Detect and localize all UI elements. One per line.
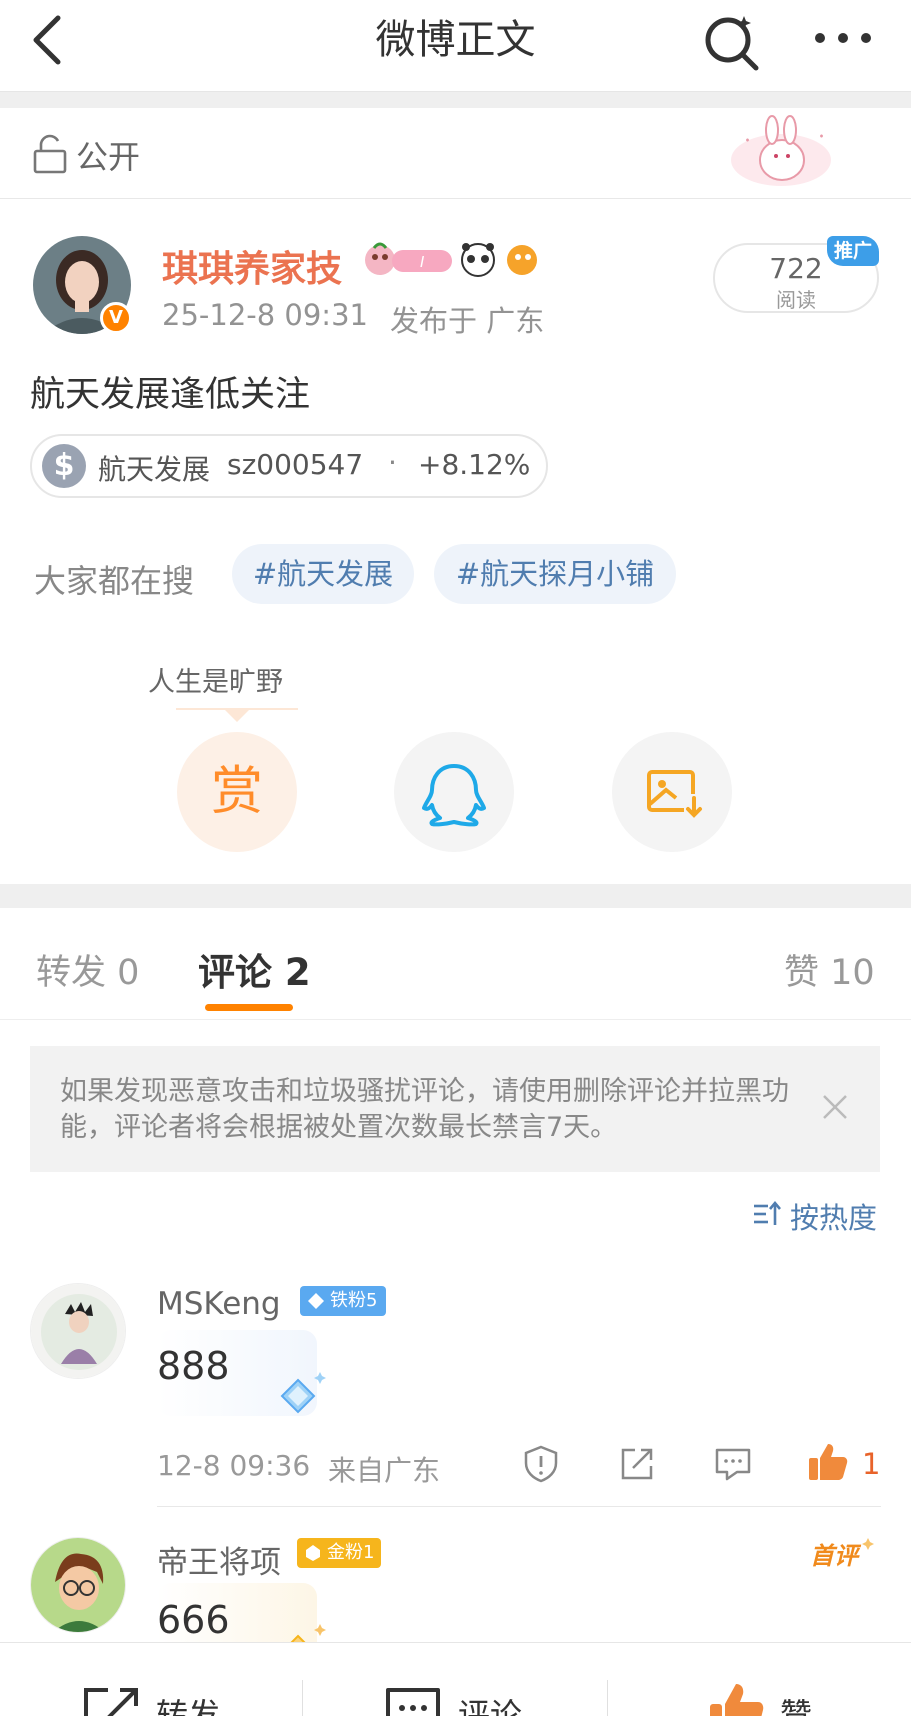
first-comment-tag: 首评: [810, 1538, 874, 1570]
sort-label[interactable]: 按热度: [790, 1195, 877, 1237]
comment-text: 888: [157, 1344, 230, 1388]
gem-decoration-icon: [280, 1372, 326, 1414]
svg-text:I: I: [420, 254, 425, 271]
page-title: 微博正文: [375, 17, 536, 63]
reward-label: 赏: [210, 762, 263, 822]
post-location: 发布于 广东: [390, 304, 545, 338]
topic-chip[interactable]: #航天发展: [232, 544, 414, 604]
like-count: 1: [862, 1447, 881, 1481]
save-image-button[interactable]: [612, 732, 732, 852]
commenter-name[interactable]: MSKeng: [157, 1286, 281, 1322]
bunny-decoration: [731, 115, 831, 186]
stock-separator: ·: [388, 446, 397, 479]
bottom-bar-divider: [302, 1680, 303, 1716]
tab-repost[interactable]: 转发 0: [36, 944, 139, 995]
author-name[interactable]: 琪琪养家技: [162, 240, 342, 292]
like-icon[interactable]: [806, 1440, 850, 1484]
read-label: 阅读: [776, 288, 816, 312]
comment-icon[interactable]: [384, 1686, 442, 1716]
commenter-avatar[interactable]: [30, 1537, 126, 1633]
topic-chip[interactable]: #航天探月小铺: [434, 544, 676, 604]
verified-badge-icon: V: [100, 302, 132, 334]
save-image-icon: [647, 770, 702, 818]
reward-tip-arrow: [224, 709, 250, 722]
stock-name: 航天发展: [98, 453, 211, 486]
like-icon[interactable]: [706, 1680, 766, 1716]
lock-icon: [33, 134, 67, 174]
fan-badge: 铁粉5: [300, 1286, 386, 1316]
share-qq-button[interactable]: [394, 732, 514, 852]
reward-tip: 人生是旷野: [148, 667, 283, 698]
repost-button[interactable]: 转发: [156, 1690, 220, 1716]
section-gap: [0, 92, 911, 108]
comment-divider: [157, 1506, 881, 1507]
comment-time: 12-8 09:36: [157, 1449, 311, 1482]
comment-text: 666: [157, 1598, 230, 1642]
trending-search-label: 大家都在搜: [34, 562, 195, 600]
sort-icon: [754, 1200, 781, 1225]
more-icon[interactable]: [808, 14, 878, 64]
back-icon[interactable]: [28, 14, 88, 74]
tab-like[interactable]: 赞 10: [784, 944, 875, 995]
diamond-icon: [308, 1293, 324, 1309]
fan-badge-label: 铁粉5: [330, 1290, 378, 1311]
post-text: 航天发展逢低关注: [30, 375, 311, 415]
qq-icon: [422, 764, 486, 827]
like-button[interactable]: 赞: [780, 1690, 812, 1716]
bottom-bar-divider: [607, 1680, 608, 1716]
commenter-name[interactable]: 帝王将项: [157, 1537, 281, 1582]
active-tab-indicator: [205, 1004, 293, 1011]
reward-button[interactable]: 赏: [177, 732, 297, 852]
fan-badge-label: 金粉1: [327, 1542, 375, 1563]
search-icon[interactable]: [700, 10, 764, 74]
tab-comment[interactable]: 评论 2: [198, 942, 311, 996]
reply-icon[interactable]: [713, 1444, 753, 1484]
comment-button[interactable]: 评论: [458, 1690, 522, 1716]
repost-icon[interactable]: [80, 1684, 140, 1716]
fan-badge: 金粉1: [297, 1538, 381, 1568]
close-icon[interactable]: [820, 1092, 850, 1122]
user-badges-icon: I: [365, 242, 537, 277]
share-icon[interactable]: [617, 1444, 657, 1484]
section-gap: [0, 884, 911, 908]
comment-location: 来自广东: [328, 1454, 441, 1487]
post-time: 25-12-8 09:31: [162, 298, 368, 332]
first-comment-label: 首评: [810, 1542, 862, 1570]
stock-change: +8.12%: [418, 448, 531, 481]
stock-code: sz000547: [227, 448, 364, 481]
dollar-icon: $: [42, 444, 86, 488]
visibility-label: 公开: [76, 138, 141, 176]
commenter-avatar[interactable]: [30, 1283, 126, 1379]
gold-badge-icon: [306, 1545, 320, 1561]
notice-text: 如果发现恶意攻击和垃圾骚扰评论，请使用删除评论并拉黑功能，评论者将会根据被处置次…: [60, 1076, 789, 1143]
report-icon[interactable]: [521, 1444, 561, 1484]
promote-tag[interactable]: 推广: [827, 236, 879, 266]
